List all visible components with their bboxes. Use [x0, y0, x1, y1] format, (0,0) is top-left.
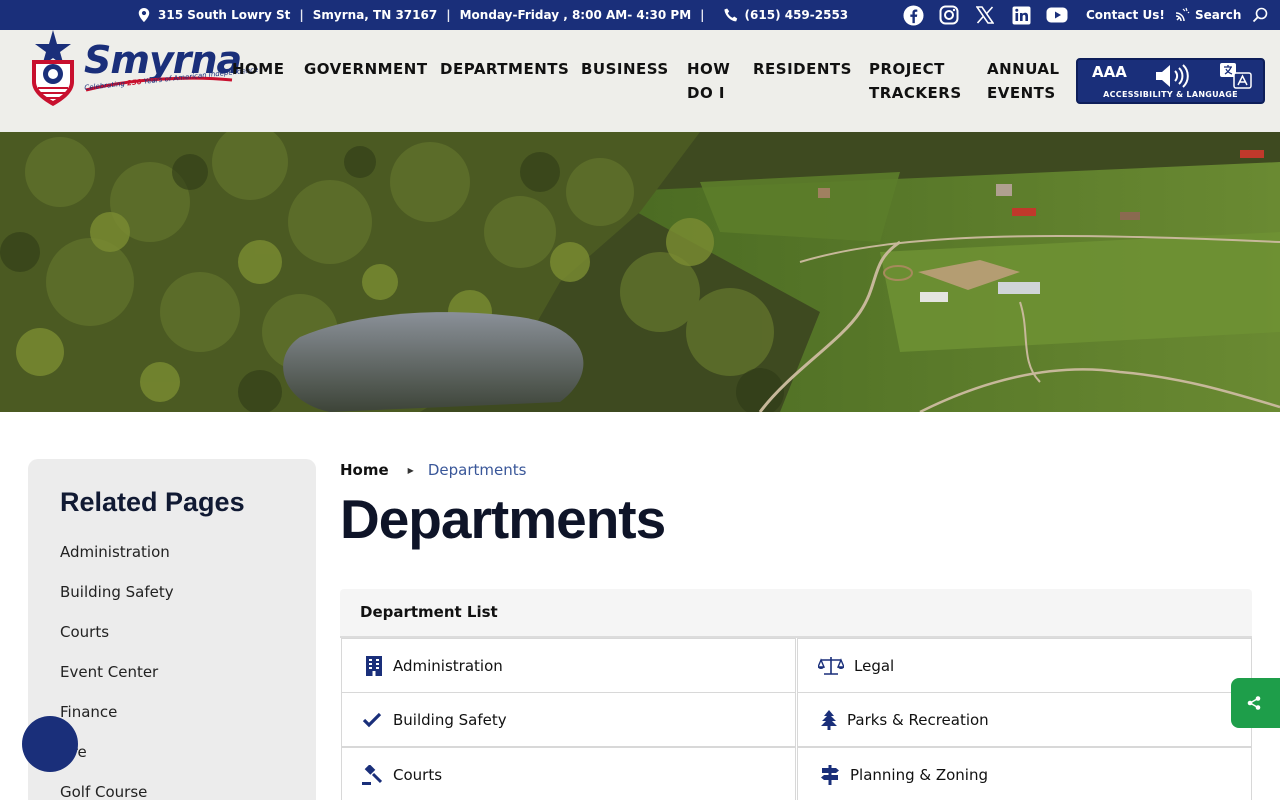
tree-icon [819, 709, 839, 730]
dept-label: Courts [393, 765, 443, 784]
nav-annual-line1: ANNUAL [987, 60, 1060, 78]
nav-project-trackers[interactable]: PROJECT TRACKERS [869, 57, 962, 105]
contact-us-link[interactable]: Contact Us! [1086, 0, 1190, 30]
dept-courts[interactable]: Courts [341, 747, 796, 800]
sidebar-title: Related Pages [60, 487, 245, 517]
dept-label: Legal [854, 656, 895, 675]
nav-business[interactable]: BUSINESS [581, 57, 669, 81]
x-icon[interactable] [974, 4, 996, 26]
hero-aerial-image [0, 132, 1280, 412]
breadcrumb-arrow-icon: ▶ [407, 465, 414, 475]
breadcrumb-home[interactable]: Home [340, 461, 389, 479]
breadcrumb: Home ▶ Departments [340, 461, 526, 479]
sidebar-item-golf-course[interactable]: Golf Course [60, 783, 147, 800]
department-list: Department List Administration Legal Bui… [340, 589, 1252, 800]
sidebar-item-event-center[interactable]: Event Center [60, 663, 158, 681]
dept-label: Administration [393, 656, 503, 675]
nav-annual-events[interactable]: ANNUAL EVENTS [987, 57, 1060, 105]
dept-legal[interactable]: Legal [797, 638, 1252, 693]
map-pin-icon [138, 8, 150, 22]
site-header: Smyrna Celebrating 250 Years of American… [0, 30, 1280, 132]
separator: | [446, 8, 451, 22]
star-badge-icon [32, 30, 74, 106]
accessibility-language-button[interactable]: AAA ACCESSIBILITY & LANGUAGE [1076, 58, 1265, 104]
nav-how-do-i[interactable]: HOW DO I [687, 57, 730, 105]
dept-administration[interactable]: Administration [341, 638, 796, 693]
dept-label: Planning & Zoning [850, 765, 989, 784]
site-logo[interactable]: Smyrna Celebrating 250 Years of American… [28, 30, 259, 110]
page-title: Departments [340, 488, 666, 550]
address-text: 315 South Lowry St [158, 8, 291, 22]
instagram-icon[interactable] [938, 4, 960, 26]
tagline-number: 250 [126, 77, 143, 88]
phone-icon [723, 8, 737, 22]
nav-how-line2: DO I [687, 84, 726, 102]
department-list-header: Department List [340, 589, 1252, 638]
hero-landscape-art [0, 132, 1280, 412]
dept-parks-recreation[interactable]: Parks & Recreation [797, 692, 1252, 747]
phone-link[interactable]: (615) 459-2553 [745, 8, 849, 22]
sidebar-item-administration[interactable]: Administration [60, 543, 170, 561]
top-info-bar: 315 South Lowry St | Smyrna, TN 37167 | … [0, 0, 1280, 30]
accessibility-label: ACCESSIBILITY & LANGUAGE [1103, 90, 1238, 99]
sidebar-item-finance[interactable]: Finance [60, 703, 117, 721]
text-size-icon: AAA [1092, 63, 1127, 81]
social-links [902, 4, 1068, 26]
nav-project-line1: PROJECT [869, 60, 945, 78]
search-icon [1253, 7, 1268, 23]
dept-building-safety[interactable]: Building Safety [341, 692, 796, 747]
nav-home[interactable]: HOME [232, 57, 284, 81]
gavel-icon [362, 764, 382, 785]
contact-info: 315 South Lowry St | Smyrna, TN 37167 | … [138, 0, 848, 30]
contact-signal-icon [1175, 7, 1190, 22]
breadcrumb-current: Departments [427, 461, 527, 479]
city-text: Smyrna, TN 37167 [312, 8, 438, 22]
separator: | [299, 8, 304, 22]
department-list-title: Department List [360, 603, 498, 621]
nav-residents[interactable]: RESIDENTS [753, 57, 852, 81]
building-icon [364, 655, 384, 676]
facebook-icon[interactable] [902, 4, 924, 26]
separator: | [700, 8, 705, 22]
checkmark-icon [362, 710, 382, 730]
linkedin-icon[interactable] [1010, 4, 1032, 26]
translate-icon [1220, 63, 1252, 89]
sidebar-item-building-safety[interactable]: Building Safety [60, 583, 174, 601]
share-icon [1247, 696, 1261, 710]
nav-project-line2: TRACKERS [869, 84, 962, 102]
search-link[interactable]: Search [1195, 0, 1268, 30]
search-label: Search [1195, 8, 1242, 22]
dept-label: Parks & Recreation [847, 710, 989, 729]
hours-text: Monday-Friday , 8:00 AM- 4:30 PM [459, 8, 692, 22]
dept-planning-zoning[interactable]: Planning & Zoning [797, 747, 1252, 800]
nav-how-line1: HOW [687, 60, 731, 78]
sidebar-item-courts[interactable]: Courts [60, 623, 109, 641]
scales-icon [818, 656, 844, 676]
signpost-icon [820, 764, 840, 785]
nav-departments[interactable]: DEPARTMENTS [440, 57, 569, 81]
nav-annual-line2: EVENTS [987, 84, 1056, 102]
share-button[interactable] [1231, 678, 1280, 728]
chat-widget-button[interactable] [22, 716, 78, 772]
nav-government[interactable]: GOVERNMENT [304, 57, 428, 81]
speaker-icon [1156, 64, 1189, 88]
youtube-icon[interactable] [1046, 4, 1068, 26]
dept-label: Building Safety [393, 710, 507, 729]
contact-us-label: Contact Us! [1086, 8, 1165, 22]
